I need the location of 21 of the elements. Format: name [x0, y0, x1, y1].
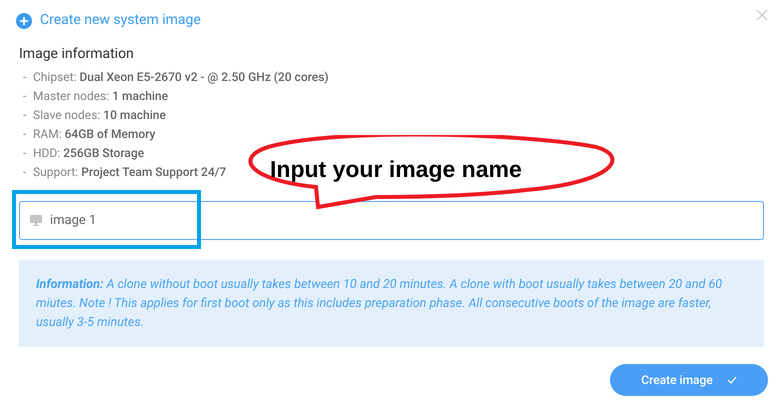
spec-item: Master nodes: 1 machine	[33, 88, 168, 105]
list-dash: -	[22, 107, 28, 124]
list-dash: -	[22, 145, 28, 162]
close-button[interactable]	[755, 8, 769, 22]
info-text: Information: A clone without boot usually takes between 10 and 20 minutes. A clone with boot usually takes between 20 and 60 miutes. Note ! This applies for first boot only as this includes preparation phase. All consecutive boots of the image are faster, usually 3-5 minutes.	[36, 276, 724, 332]
list-dash: -	[22, 126, 28, 143]
spec-item: Chipset: Dual Xeon E5-2670 v2 - @ 2.50 GHz (20 cores)	[33, 69, 329, 86]
spec-item: Support: Project Team Support 24/7	[33, 164, 226, 181]
dialog-title: Create new system image	[40, 11, 201, 30]
section-heading: Image information	[19, 45, 135, 64]
spec-item: Slave nodes: 10 machine	[33, 107, 166, 124]
spec-item: RAM: 64GB of Memory	[33, 126, 156, 143]
list-dash: -	[22, 164, 28, 181]
list-dash: -	[22, 69, 28, 86]
monitor-icon	[30, 215, 42, 226]
name-field[interactable]: image 1	[19, 201, 764, 240]
list-dash: -	[22, 88, 28, 105]
check-icon	[726, 376, 737, 384]
callout-text: Input your image name	[270, 155, 522, 183]
spec-item: HDD: 256GB Storage	[33, 145, 144, 162]
add-icon	[16, 12, 32, 28]
